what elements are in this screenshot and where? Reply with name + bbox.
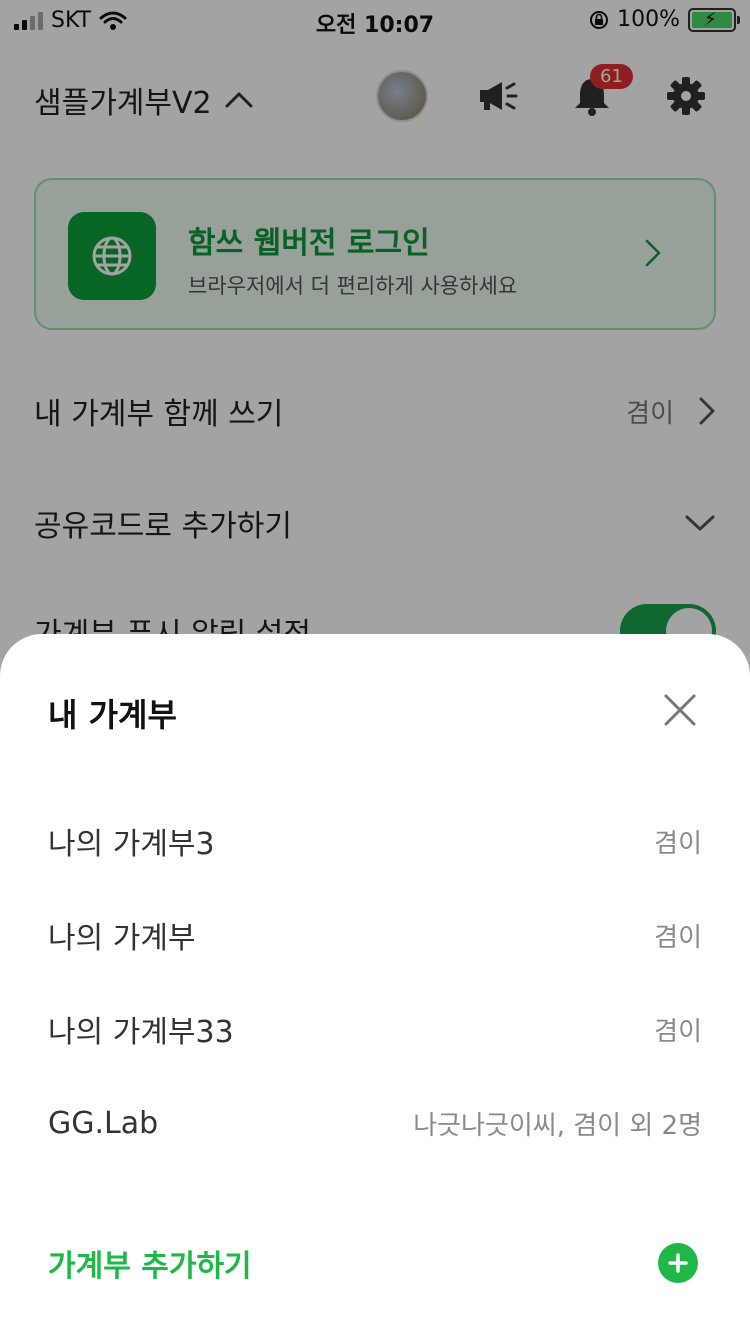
- add-book-row[interactable]: 가계부 추가하기: [48, 1238, 698, 1288]
- list-item[interactable]: GG.Lab 나긋나긋이씨, 겸이 외 2명: [48, 1076, 702, 1170]
- add-book-button[interactable]: [658, 1243, 698, 1283]
- book-name: 나의 가계부3: [48, 827, 215, 862]
- book-owner: 나긋나긋이씨, 겸이 외 2명: [413, 1110, 702, 1141]
- sheet-title: 내 가계부: [48, 696, 177, 734]
- my-books-sheet: 내 가계부 나의 가계부3 겸이 나의 가계부 겸이 나의 가계부33 겸이 G…: [0, 634, 750, 1334]
- list-item[interactable]: 나의 가계부 겸이: [48, 888, 702, 982]
- list-item[interactable]: 나의 가계부33 겸이: [48, 982, 702, 1076]
- book-owner: 겸이: [654, 1016, 702, 1047]
- add-book-label: 가계부 추가하기: [48, 1249, 252, 1284]
- book-name: 나의 가계부: [48, 921, 196, 956]
- book-list: 나의 가계부3 겸이 나의 가계부 겸이 나의 가계부33 겸이 GG.Lab …: [48, 794, 702, 1170]
- close-icon[interactable]: [662, 692, 698, 728]
- book-name: 나의 가계부33: [48, 1015, 234, 1050]
- list-item[interactable]: 나의 가계부3 겸이: [48, 794, 702, 888]
- plus-icon: [668, 1253, 688, 1273]
- book-owner: 겸이: [654, 922, 702, 953]
- book-name: GG.Lab: [48, 1105, 159, 1141]
- book-owner: 겸이: [654, 828, 702, 859]
